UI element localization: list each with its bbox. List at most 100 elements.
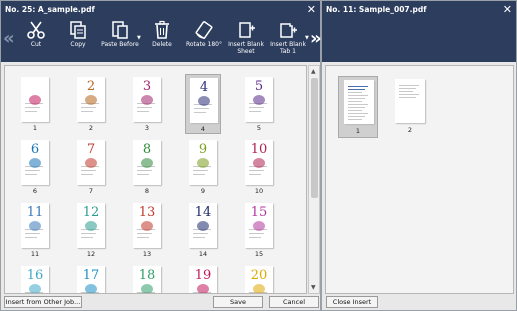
paste-before-button[interactable]: Paste Before <box>97 20 143 48</box>
page-preview-number: 5 <box>254 79 264 94</box>
page-preview-number: 16 <box>26 268 44 283</box>
page-text-line <box>249 237 261 238</box>
left-panel: No. 25: A_sample.pdf ✕ « Cut Copy Paste … <box>0 0 322 311</box>
page-text-line <box>348 98 365 99</box>
page-preview-number: 13 <box>138 205 156 220</box>
trash-icon <box>155 20 169 39</box>
page-text-line <box>193 170 208 171</box>
right-close-icon[interactable]: ✕ <box>503 1 512 18</box>
page-thumbnail[interactable]: 10 10 <box>241 137 277 197</box>
vertical-scrollbar[interactable]: ▲ ▼ <box>308 65 320 294</box>
page-preview: 19 <box>189 266 217 293</box>
page-thumbnail[interactable]: 22 <box>73 74 109 134</box>
page-thumbnail[interactable]: 16 <box>17 263 53 293</box>
rotate-button[interactable]: Rotate 180° <box>181 20 227 48</box>
page-thumbnail[interactable]: 14 14 <box>185 200 221 260</box>
page-thumbnail[interactable]: 15 15 <box>241 200 277 260</box>
delete-button[interactable]: Delete <box>139 20 185 48</box>
page-thumbnail[interactable]: 88 <box>129 137 165 197</box>
copy-icon <box>70 21 86 39</box>
cancel-button[interactable]: Cancel <box>269 296 319 308</box>
page-illustration <box>197 158 209 168</box>
page-thumbnail[interactable]: 13 13 <box>129 200 165 260</box>
page-text-line <box>249 174 261 175</box>
page-thumbnail[interactable]: 11 11 <box>17 200 53 260</box>
page-thumbnail[interactable]: 44 <box>185 74 221 134</box>
page-preview-number: 9 <box>198 142 208 157</box>
page-text-line <box>81 107 96 108</box>
page-illustration <box>29 95 41 105</box>
cut-button[interactable]: Cut <box>13 20 59 48</box>
page-preview-number: 4 <box>199 80 209 95</box>
page-text-line <box>25 233 40 234</box>
page-preview-number: 18 <box>138 268 156 283</box>
page-preview: 5 <box>245 77 273 122</box>
save-button[interactable]: Save <box>213 296 263 308</box>
page-thumbnail[interactable]: 20 <box>241 263 277 293</box>
page-preview <box>395 79 425 123</box>
page-thumbnail[interactable]: 19 <box>185 263 221 293</box>
page-text-line <box>194 112 206 113</box>
page-preview: 6 <box>21 140 49 185</box>
page-text-line <box>348 86 368 87</box>
insert-blank-sheet-button[interactable]: Insert Blank Sheet <box>223 20 269 55</box>
insert-from-other-job-button[interactable]: Insert from Other Job... <box>4 296 82 308</box>
copy-button[interactable]: Copy <box>55 20 101 48</box>
page-preview: 12 <box>77 203 105 248</box>
page-text-line <box>193 233 208 234</box>
page-preview-number: 11 <box>26 205 44 220</box>
page-illustration <box>85 158 97 168</box>
page-text-line <box>25 107 40 108</box>
left-close-icon[interactable]: ✕ <box>307 1 316 18</box>
page-thumbnail[interactable]: 1 <box>17 74 53 134</box>
page-preview: 13 <box>133 203 161 248</box>
insert-page-thumbnail[interactable]: 2 <box>390 76 430 138</box>
page-preview-number: 17 <box>82 268 100 283</box>
page-illustration <box>253 221 265 231</box>
scroll-up-icon[interactable]: ▲ <box>311 68 316 75</box>
page-thumbnail[interactable]: 77 <box>73 137 109 197</box>
page-text-line <box>194 108 209 109</box>
page-preview: 10 <box>245 140 273 185</box>
page-preview <box>344 80 374 124</box>
page-number-label: 14 <box>198 250 208 258</box>
scrollbar-thumb[interactable] <box>311 78 318 198</box>
page-number-label: 13 <box>142 250 152 258</box>
scroll-down-icon[interactable]: ▼ <box>311 284 316 291</box>
page-thumbnail[interactable]: 99 <box>185 137 221 197</box>
page-thumbnail[interactable]: 55 <box>241 74 277 134</box>
page-illustration <box>141 284 153 293</box>
page-preview: 9 <box>189 140 217 185</box>
page-text-line <box>348 101 362 102</box>
toolbar-next-arrow-icon[interactable]: » <box>310 28 322 49</box>
page-text-line <box>25 170 40 171</box>
page-preview: 18 <box>133 266 161 293</box>
close-insert-button[interactable]: Close Insert <box>326 296 378 308</box>
page-preview-number: 3 <box>142 79 152 94</box>
page-thumbnail[interactable]: 33 <box>129 74 165 134</box>
tab-dropdown-icon[interactable]: ▼ <box>305 35 309 41</box>
paste-icon <box>112 21 128 39</box>
rotate-icon <box>195 21 213 39</box>
page-text-line <box>137 233 152 234</box>
page-thumbnail[interactable]: 18 <box>129 263 165 293</box>
page-text-line <box>249 170 264 171</box>
insert-page-thumbnail[interactable]: 1 <box>338 76 378 138</box>
page-number-label: 1 <box>32 124 38 132</box>
page-illustration <box>85 284 97 293</box>
page-preview: 16 <box>21 266 49 293</box>
page-preview: 8 <box>133 140 161 185</box>
page-illustration <box>253 95 265 105</box>
page-thumbnail[interactable]: 17 <box>73 263 109 293</box>
page-text-line <box>399 85 419 86</box>
page-text-line <box>81 233 96 234</box>
page-text-line <box>399 88 416 89</box>
page-number-label: 10 <box>254 187 264 195</box>
edit-toolbar: « Cut Copy Paste Before ▼ Delete Rotate … <box>1 18 322 62</box>
right-title-bar: No. 11: Sample_007.pdf ✕ <box>322 1 516 18</box>
page-thumbnail[interactable]: 12 12 <box>73 200 109 260</box>
page-illustration <box>197 284 209 293</box>
page-thumbnail[interactable]: 66 <box>17 137 53 197</box>
page-preview: 17 <box>77 266 105 293</box>
page-preview: 14 <box>189 203 217 248</box>
